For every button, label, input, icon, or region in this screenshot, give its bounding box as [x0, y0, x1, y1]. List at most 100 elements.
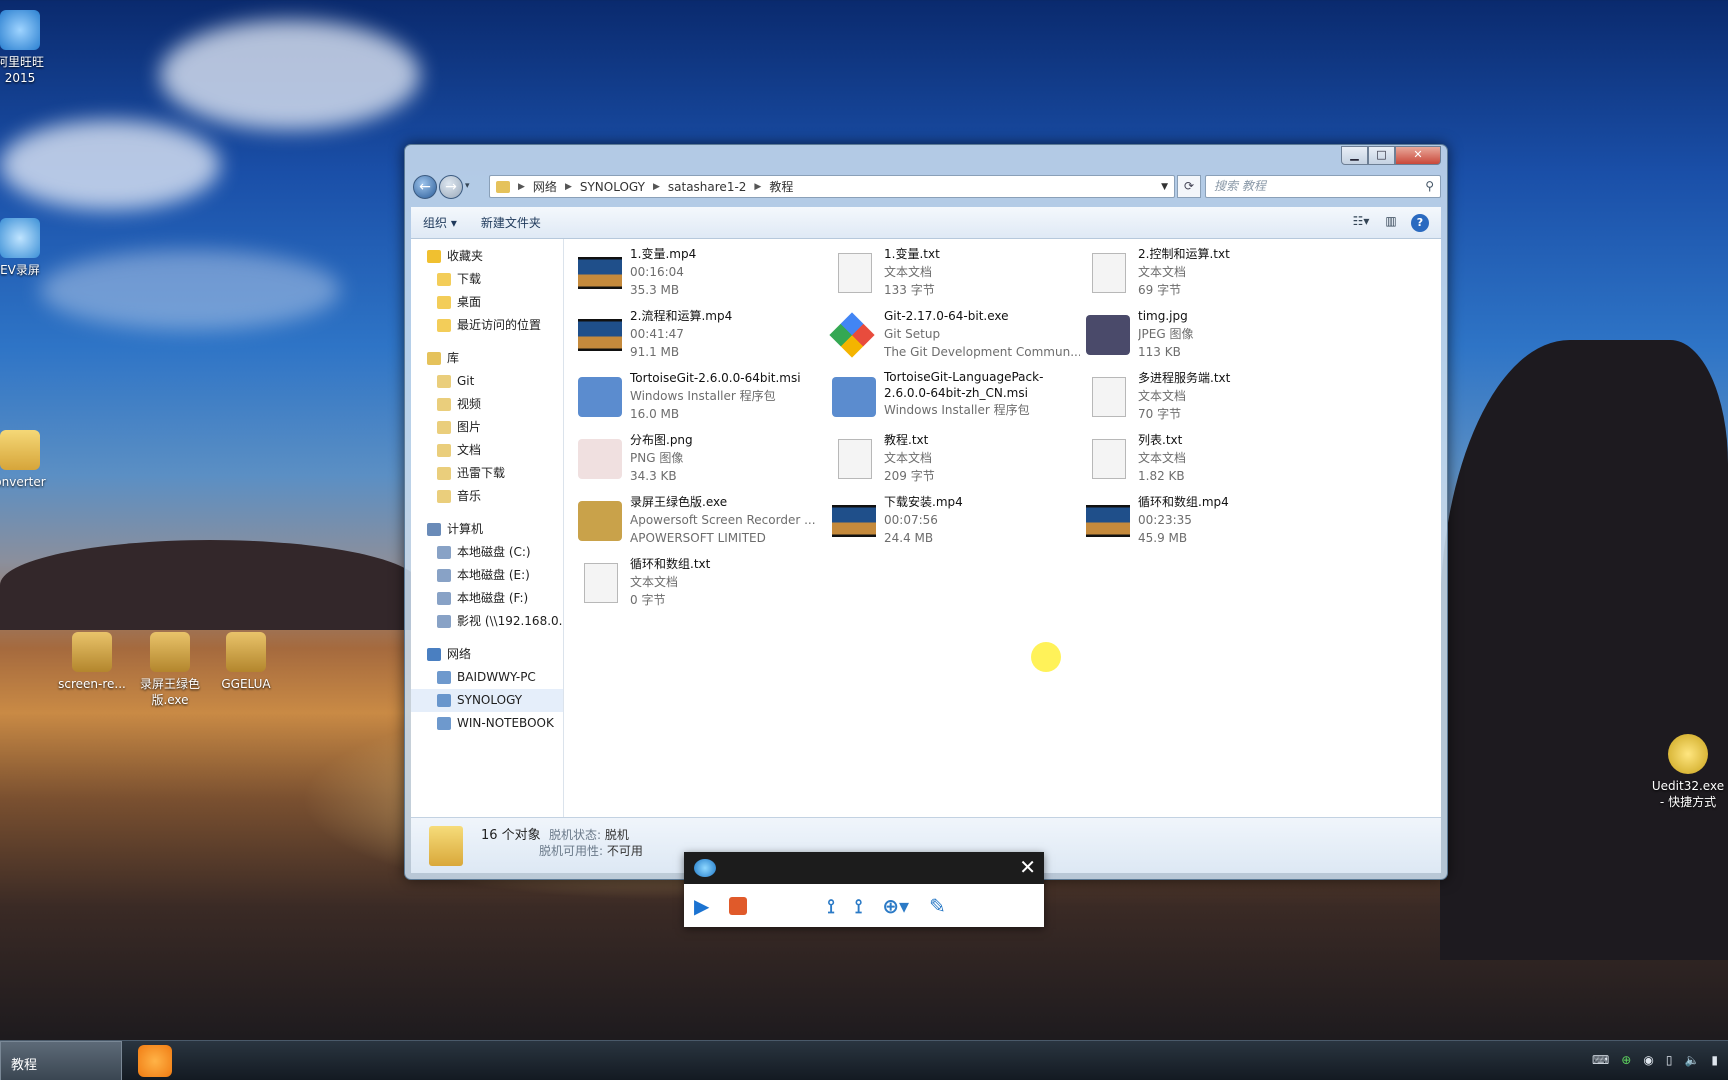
stop-icon[interactable] — [729, 896, 748, 915]
preview-pane-icon[interactable]: ▥ — [1381, 214, 1401, 232]
nav-item[interactable]: BAIDWWY-PC — [411, 666, 563, 689]
close-button[interactable]: ✕ — [1395, 146, 1441, 165]
chevron-down-icon[interactable]: ▼ — [1161, 182, 1168, 192]
file-item[interactable]: 多进程服务端.txt 文本文档 70 字节 — [1080, 369, 1334, 425]
breadcrumb-item[interactable]: 教程 — [769, 178, 793, 195]
maximize-button[interactable]: □ — [1368, 146, 1395, 165]
taskbar-explorer-button[interactable]: 教程 — [0, 1041, 122, 1080]
desktop-icon[interactable]: onverter — [0, 430, 60, 490]
pin-right-icon[interactable]: ⟟ — [855, 894, 862, 918]
desktop-icon[interactable]: screen-re... — [52, 632, 132, 692]
file-item[interactable]: 列表.txt 文本文档 1.82 KB — [1080, 431, 1334, 487]
file-item[interactable]: 1.变量.txt 文本文档 133 字节 — [826, 245, 1080, 301]
nav-item[interactable]: 文档 — [411, 439, 563, 462]
recorder-tray-icon[interactable]: ◉ — [1643, 1053, 1653, 1067]
nav-item[interactable]: 图片 — [411, 416, 563, 439]
search-input[interactable]: 搜索 教程 ⚲ — [1205, 175, 1441, 198]
close-icon[interactable]: ✕ — [1019, 855, 1036, 879]
file-item[interactable]: TortoiseGit-2.6.0.0-64bit.msi Windows Ins… — [572, 369, 826, 425]
nav-item[interactable]: 音乐 — [411, 485, 563, 508]
nav-group-libraries[interactable]: 库 — [411, 347, 563, 370]
taskbar: 教程 ⌨ ⊕ ◉ ▯ 🔈 ▮ — [0, 1040, 1728, 1080]
nav-group-computer[interactable]: 计算机 — [411, 518, 563, 541]
nav-item-label: 视频 — [457, 397, 482, 411]
offline-availability-label: 脱机可用性: — [539, 844, 604, 858]
nav-item[interactable]: 本地磁盘 (E:) — [411, 564, 563, 587]
desktop-icon[interactable]: 阿里旺旺 2015 — [0, 10, 60, 86]
nav-item[interactable]: 本地磁盘 (F:) — [411, 587, 563, 610]
forward-button[interactable]: → — [439, 175, 463, 199]
nav-item[interactable]: 影视 (\\192.168.0.2 — [411, 610, 563, 633]
nav-group-favorites[interactable]: 收藏夹 — [411, 245, 563, 268]
file-type: 文本文档 — [884, 265, 933, 279]
desktop-icon[interactable]: EV录屏 — [0, 218, 60, 278]
search-icon: ⚲ — [1425, 179, 1434, 193]
nav-item[interactable]: Git — [411, 370, 563, 393]
breadcrumb-item[interactable]: satashare1-2 — [668, 180, 747, 194]
play-icon[interactable]: ▶ — [694, 894, 709, 918]
nav-item-label: 影视 (\\192.168.0.2 — [457, 614, 563, 628]
file-details: 列表.txt 文本文档 1.82 KB — [1138, 431, 1334, 485]
offline-status-value: 脱机 — [604, 828, 629, 842]
file-type: Git Setup — [884, 327, 941, 341]
breadcrumb-item[interactable]: 网络 — [533, 178, 557, 195]
nav-item[interactable]: 最近访问的位置 — [411, 314, 563, 337]
minimize-button[interactable]: ▁ — [1341, 146, 1368, 165]
file-type: JPEG 图像 — [1138, 327, 1194, 341]
file-item[interactable]: 分布图.png PNG 图像 34.3 KB — [572, 431, 826, 487]
change-view-icon[interactable]: ☷▾ — [1351, 214, 1371, 232]
breadcrumb-item[interactable]: SYNOLOGY — [580, 180, 645, 194]
pin-left-icon[interactable]: ⟟ — [827, 894, 834, 918]
file-item[interactable]: timg.jpg JPEG 图像 113 KB — [1080, 307, 1334, 363]
nav-item[interactable]: 迅雷下载 — [411, 462, 563, 485]
zoom-icon[interactable]: ⊕▾ — [882, 894, 909, 918]
installer-icon — [578, 377, 622, 417]
nav-item[interactable]: 桌面 — [411, 291, 563, 314]
nav-item[interactable]: 视频 — [411, 393, 563, 416]
file-item[interactable]: 下载安装.mp4 00:07:56 24.4 MB — [826, 493, 1080, 549]
address-bar[interactable]: ▶ 网络 ▶ SYNOLOGY ▶ satashare1-2 ▶ 教程 ▼ — [489, 175, 1175, 198]
battery-icon[interactable]: ▯ — [1666, 1053, 1673, 1067]
recent-pages-dropdown[interactable]: ▾ — [465, 181, 470, 191]
file-item[interactable]: 循环和数组.mp4 00:23:35 45.9 MB — [1080, 493, 1334, 549]
add-icon[interactable]: ⊕ — [1621, 1053, 1631, 1067]
file-item[interactable]: TortoiseGit-LanguagePack-2.6.0.0-64bit-z… — [826, 369, 1080, 425]
desktop-icon[interactable]: GGELUA — [206, 632, 286, 692]
file-item[interactable]: 录屏王绿色版.exe Apowersoft Screen Recorder ...… — [572, 493, 826, 549]
pencil-icon[interactable]: ✎ — [929, 894, 946, 918]
desktop-icon-label: screen-re... — [58, 677, 126, 691]
back-button[interactable]: ← — [413, 175, 437, 199]
file-item[interactable]: 教程.txt 文本文档 209 字节 — [826, 431, 1080, 487]
desktop-icon[interactable]: 录屏王绿色 版.exe — [130, 632, 210, 708]
nav-item[interactable]: SYNOLOGY — [411, 689, 563, 712]
uedit32-shortcut[interactable]: Uedit32.exe - 快捷方式 — [1648, 734, 1728, 810]
file-item[interactable]: 循环和数组.txt 文本文档 0 字节 — [572, 555, 826, 611]
file-type: 00:41:47 — [630, 327, 684, 341]
video-icon — [832, 505, 876, 537]
git-setup-icon — [829, 312, 875, 358]
nav-group-network[interactable]: 网络 — [411, 643, 563, 666]
cloud — [160, 20, 420, 130]
file-item[interactable]: 2.控制和运算.txt 文本文档 69 字节 — [1080, 245, 1334, 301]
file-details: 循环和数组.mp4 00:23:35 45.9 MB — [1138, 493, 1334, 547]
signal-icon[interactable]: ▮ — [1711, 1053, 1718, 1067]
uc-browser-icon[interactable] — [138, 1045, 172, 1077]
chevron-right-icon: ▶ — [564, 181, 572, 192]
nav-item-icon — [437, 615, 451, 628]
nav-item-icon — [437, 296, 451, 309]
file-type: 文本文档 — [1138, 265, 1187, 279]
organize-button[interactable]: 组织 ▾ — [411, 214, 469, 231]
nav-item-label: WIN-NOTEBOOK — [457, 716, 554, 730]
file-item[interactable]: Git-2.17.0-64-bit.exe Git Setup The Git De… — [826, 307, 1080, 363]
refresh-button[interactable]: ⟳ — [1177, 175, 1201, 198]
file-size: 91.1 MB — [630, 345, 680, 359]
new-folder-button[interactable]: 新建文件夹 — [469, 214, 553, 231]
nav-item[interactable]: WIN-NOTEBOOK — [411, 712, 563, 735]
file-item[interactable]: 1.变量.mp4 00:16:04 35.3 MB — [572, 245, 826, 301]
help-icon[interactable]: ? — [1411, 213, 1429, 232]
nav-item[interactable]: 本地磁盘 (C:) — [411, 541, 563, 564]
keyboard-icon[interactable]: ⌨ — [1592, 1053, 1609, 1067]
nav-item[interactable]: 下载 — [411, 268, 563, 291]
file-item[interactable]: 2.流程和运算.mp4 00:41:47 91.1 MB — [572, 307, 826, 363]
volume-icon[interactable]: 🔈 — [1684, 1053, 1699, 1067]
